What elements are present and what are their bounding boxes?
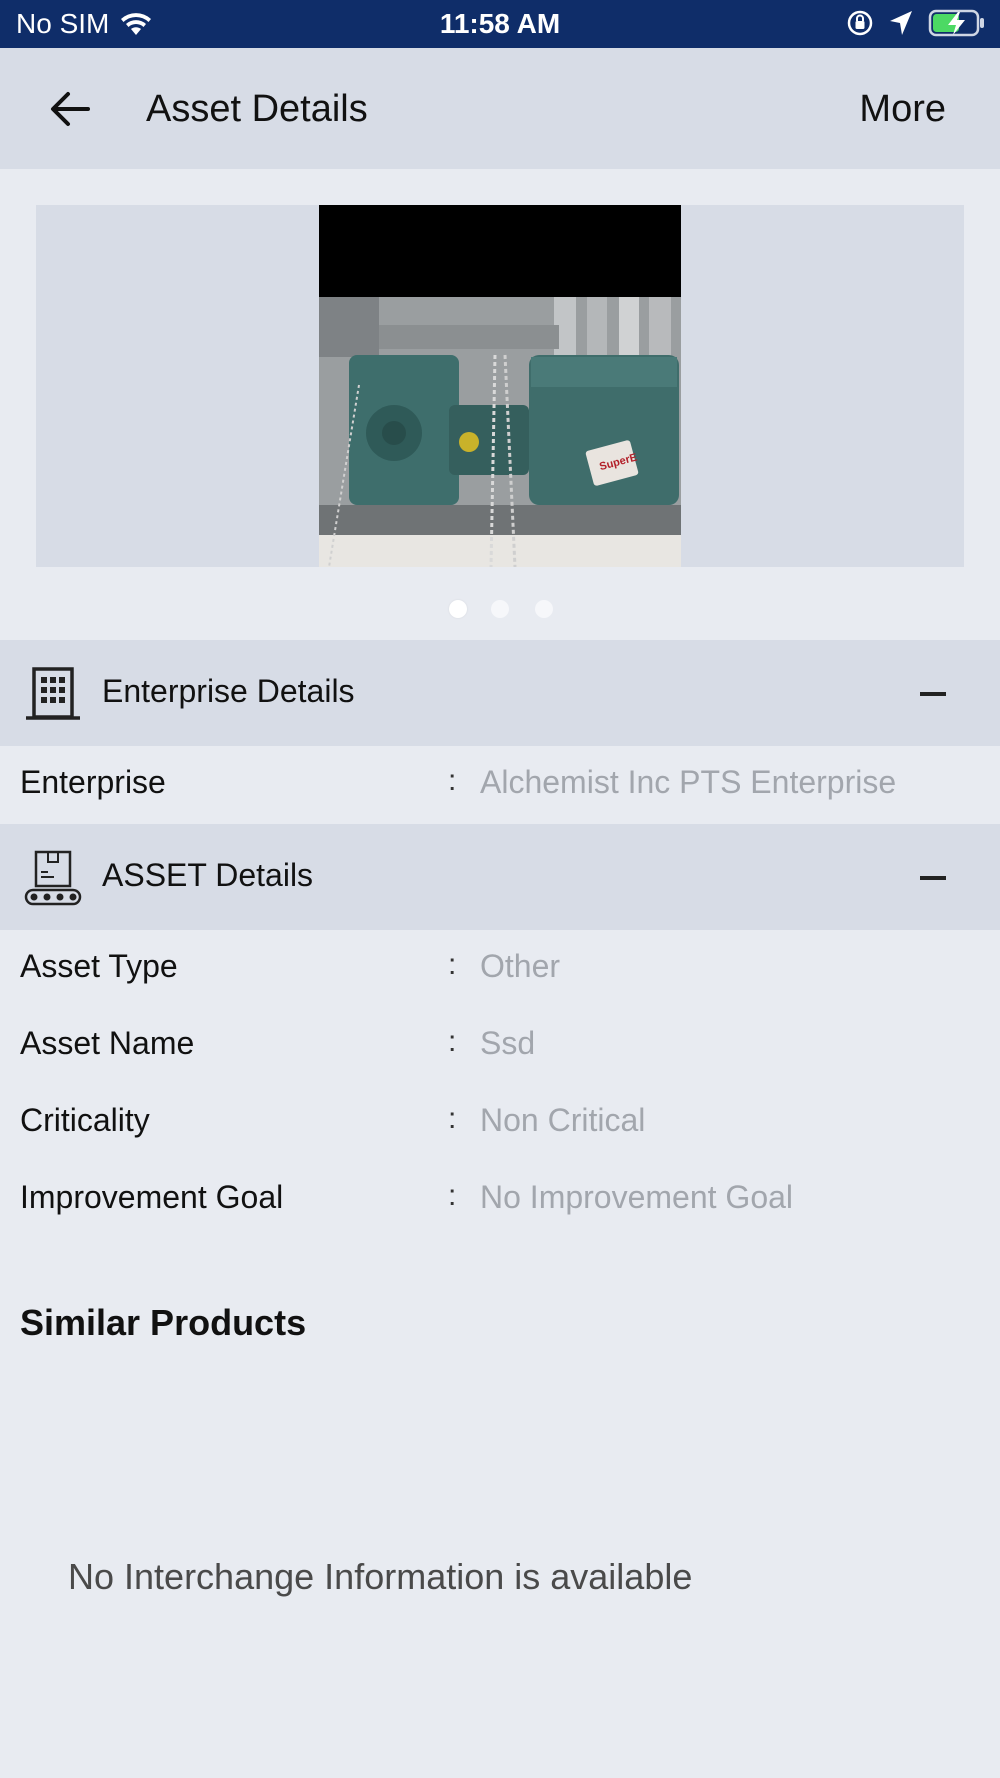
separator: : xyxy=(448,1102,457,1135)
enterprise-details-header[interactable]: Enterprise Details xyxy=(0,640,1000,746)
carousel-dot-2[interactable] xyxy=(491,600,509,618)
asset-name-value: Ssd xyxy=(480,1025,536,1061)
more-button[interactable]: More xyxy=(859,88,946,131)
criticality-value: Non Critical xyxy=(480,1102,646,1138)
asset-collapse-button[interactable] xyxy=(914,864,960,894)
detail-row-asset-name: Asset Name : Ssd xyxy=(0,1015,1000,1075)
carousel-dot-3[interactable] xyxy=(535,600,553,618)
separator: : xyxy=(448,764,457,797)
criticality-label: Criticality xyxy=(20,1102,150,1138)
asset-details-title: ASSET Details xyxy=(102,857,314,893)
building-icon xyxy=(26,667,80,720)
status-right xyxy=(846,8,986,38)
asset-details-header[interactable]: ASSET Details xyxy=(0,824,1000,930)
battery-charging-icon xyxy=(928,9,984,37)
back-button[interactable] xyxy=(44,84,104,134)
enterprise-details-title: Enterprise Details xyxy=(102,673,355,709)
enterprise-label: Enterprise xyxy=(20,764,166,800)
location-arrow-icon xyxy=(890,11,912,35)
detail-row-asset-type: Asset Type : Other xyxy=(0,938,1000,998)
asset-name-label: Asset Name xyxy=(20,1025,195,1061)
similar-products-title: Similar Products xyxy=(20,1302,307,1343)
separator: : xyxy=(448,948,457,981)
asset-image-carousel[interactable]: SuperE xyxy=(36,205,964,567)
improvement-goal-label: Improvement Goal xyxy=(20,1179,284,1215)
asset-type-label: Asset Type xyxy=(20,948,178,984)
conveyor-package-icon xyxy=(24,850,82,906)
detail-row-criticality: Criticality : Non Critical xyxy=(0,1092,1000,1152)
detail-row-improvement-goal: Improvement Goal : No Improvement Goal xyxy=(0,1169,1000,1229)
asset-photo-illustration: SuperE xyxy=(319,205,681,567)
app-header: Asset Details More xyxy=(0,48,1000,169)
carousel-dot-1[interactable] xyxy=(449,600,467,618)
page-title: Asset Details xyxy=(146,88,368,130)
carousel-pagination xyxy=(0,600,1000,620)
status-bar: No SIM 11:58 AM xyxy=(0,0,1000,48)
enterprise-value: Alchemist Inc PTS Enterprise xyxy=(480,764,897,800)
separator: : xyxy=(448,1179,457,1212)
back-arrow-icon xyxy=(51,92,90,126)
separator: : xyxy=(448,1025,457,1058)
asset-type-value: Other xyxy=(480,948,561,984)
orientation-lock-icon xyxy=(847,10,873,36)
improvement-goal-value: No Improvement Goal xyxy=(480,1179,794,1215)
asset-photo[interactable]: SuperE xyxy=(319,205,681,567)
empty-state-message: No Interchange Information is available xyxy=(68,1556,693,1597)
enterprise-collapse-button[interactable] xyxy=(914,680,960,710)
detail-row-enterprise: Enterprise : Alchemist Inc PTS Enterpris… xyxy=(0,754,1000,814)
